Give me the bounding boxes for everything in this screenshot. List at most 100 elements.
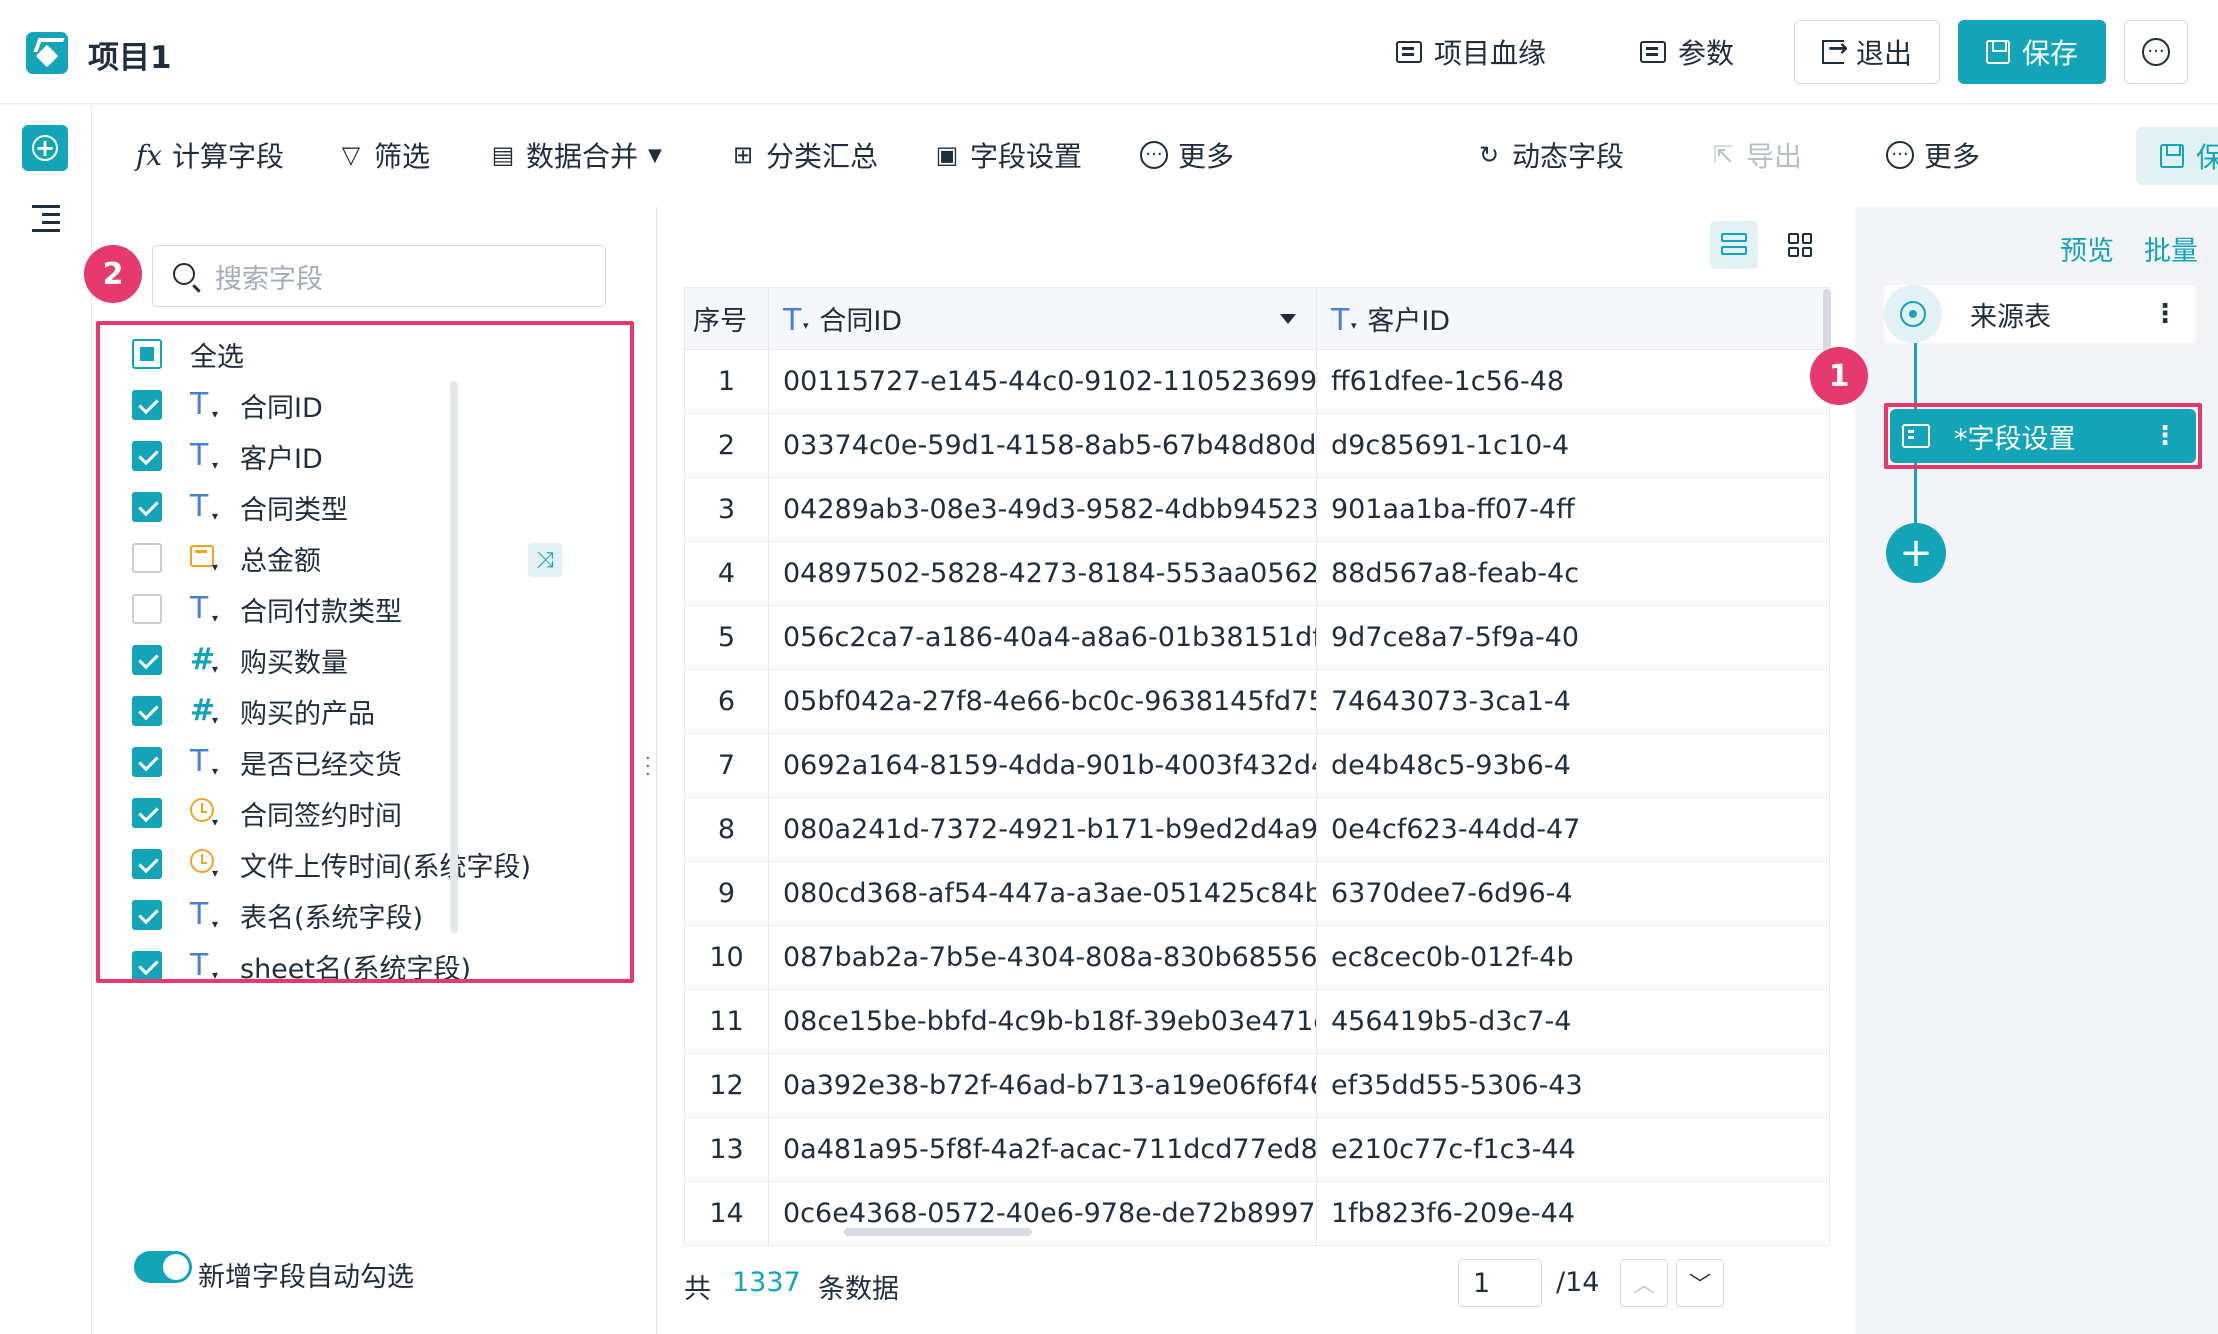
save-icon [1985, 40, 2010, 64]
table-row[interactable]: 12 0a392e38-b72f-46ad-b713-a19e06f6f46e ef… [684, 1053, 1830, 1118]
table-row[interactable]: 4 04897502-5828-4273-8184-553aa0562930 88d… [684, 541, 1830, 606]
field-panel: 搜索字段 2 全选 T ▾ 合同ID T ▾ 客户ID T ▾ 合同类型 ▾ 总金额 ⤨ T ▾ 合同付款类… [84, 207, 657, 1334]
add-node-button[interactable]: + [1886, 523, 1946, 583]
field-checkbox[interactable] [132, 543, 162, 573]
table-row[interactable]: 10 087bab2a-7b5e-4304-808a-830b68556cee ec… [684, 925, 1830, 990]
add-step-button[interactable]: + [22, 125, 68, 171]
text-type-icon: T ▾ [783, 303, 809, 338]
field-row[interactable]: ▾ 文件上传时间(系统字段) [132, 835, 562, 893]
field-row[interactable]: T ▾ 表名(系统字段) [132, 886, 562, 944]
step-save-button[interactable]: 保存 [2136, 127, 2218, 185]
table-row[interactable]: 1 00115727-e145-44c0-9102-110523699369 ff6… [684, 349, 1830, 414]
column-header-customer-id[interactable]: T ▾ 客户ID [1316, 287, 1830, 350]
batch-link[interactable]: 批量 [2144, 229, 2198, 268]
field-row[interactable]: ▾ 合同签约时间 [132, 784, 562, 842]
field-list: T ▾ 合同ID T ▾ 客户ID T ▾ 合同类型 ▾ 总金额 ⤨ T ▾ 合同付款类型 # ▾ 购买数量 # ▾ 购… [100, 325, 630, 979]
number-type-icon: # ▾ [190, 693, 219, 728]
field-label: 是否已经交货 [240, 749, 402, 781]
field-settings-button[interactable]: ▣ 字段设置 [934, 133, 1082, 177]
calc-field-button[interactable]: fx 计算字段 [136, 133, 284, 177]
calc-field-label: 计算字段 [172, 140, 285, 173]
row-index-cell: 7 [684, 733, 769, 798]
field-checkbox[interactable] [132, 900, 162, 930]
outline-icon[interactable] [32, 205, 60, 232]
table-row[interactable]: 7 0692a164-8159-4dda-901b-4003f432d41c de4… [684, 733, 1830, 798]
filter-button[interactable]: ▽ 筛选 [338, 133, 430, 177]
table-row[interactable]: 9 080cd368-af54-447a-a3ae-051425c84bc1 637… [684, 861, 1830, 926]
column-header-contract-id[interactable]: T ▾ 合同ID [768, 287, 1317, 350]
sort-caret-icon[interactable] [1280, 314, 1296, 324]
more-tools-button[interactable]: ··· 更多 [1140, 133, 1234, 177]
table-row[interactable]: 11 08ce15be-bbfd-4c9b-b18f-39eb03e471ca 45… [684, 989, 1830, 1054]
field-row[interactable]: T ▾ 合同ID [132, 376, 562, 434]
more-menu-button[interactable]: ··· [2124, 20, 2188, 84]
field-row[interactable]: ▾ 总金额 ⤨ [132, 529, 562, 587]
contract-id-cell: 08ce15be-bbfd-4c9b-b18f-39eb03e471ca [768, 989, 1317, 1054]
text-type-icon: T ▾ [190, 438, 219, 473]
more-right-icon: ··· [1886, 141, 1914, 169]
table-row[interactable]: 8 080a241d-7372-4921-b171-b9ed2d4a9dd6 0e4… [684, 797, 1830, 862]
field-row[interactable]: T ▾ 合同类型 [132, 478, 562, 536]
page-number-input[interactable]: 1 [1458, 1259, 1542, 1307]
next-page-button[interactable]: ﹀ [1676, 1259, 1724, 1307]
field-checkbox[interactable] [132, 951, 162, 979]
field-row[interactable]: T ▾ sheet名(系统字段) [132, 937, 562, 979]
merge-button[interactable]: ▤ 数据合并 ▼ [490, 133, 662, 177]
params-button[interactable]: 参数 [1640, 30, 1734, 74]
field-label: 合同付款类型 [240, 596, 402, 628]
more-tools-label: 更多 [1178, 140, 1235, 173]
table-row[interactable]: 6 05bf042a-27f8-4e66-bc0c-9638145fd756 746… [684, 669, 1830, 734]
field-checkbox[interactable] [132, 645, 162, 675]
grid-view-button[interactable] [1776, 221, 1824, 269]
field-row[interactable]: # ▾ 购买的产品 [132, 682, 562, 740]
more-right-button[interactable]: ··· 更多 [1886, 133, 1980, 177]
field-checkbox[interactable] [132, 492, 162, 522]
export-button[interactable]: ⇱ 导出 [1710, 133, 1802, 177]
contract-id-cell: 0a481a95-5f8f-4a2f-acac-711dcd77ed80 [768, 1117, 1317, 1182]
table-horizontal-scrollbar[interactable] [844, 1228, 1032, 1236]
field-list-scrollbar[interactable] [450, 381, 458, 933]
exit-button[interactable]: 退出 [1794, 20, 1940, 84]
field-row[interactable]: # ▾ 购买数量 [132, 631, 562, 689]
prev-page-button[interactable]: ︿ [1620, 1259, 1668, 1307]
chevron-up-icon: ︿ [1632, 1273, 1655, 1298]
project-lineage-button[interactable]: 项目血缘 [1396, 30, 1546, 74]
table-row[interactable]: 5 056c2ca7-a186-40a4-a8a6-01b38151df57 9d7… [684, 605, 1830, 670]
node-menu-icon[interactable]: ⋮ [2152, 423, 2178, 449]
row-index-cell: 6 [684, 669, 769, 734]
panel-resize-handle[interactable]: · · · [645, 750, 651, 784]
dynamic-field-button[interactable]: ↻ 动态字段 [1476, 133, 1624, 177]
list-view-button[interactable] [1710, 221, 1758, 269]
field-checkbox[interactable] [132, 594, 162, 624]
save-button[interactable]: 保存 [1958, 20, 2106, 84]
field-checkbox[interactable] [132, 390, 162, 420]
hierarchy-icon: ⊞ [732, 141, 754, 169]
field-checkbox[interactable] [132, 747, 162, 777]
source-table-node[interactable]: 来源表 ⋮ [1884, 285, 2196, 343]
group-summary-button[interactable]: ⊞ 分类汇总 [730, 133, 878, 177]
column-header-index: 序号 [684, 287, 769, 350]
field-row[interactable]: T ▾ 合同付款类型 [132, 580, 562, 638]
field-settings-node[interactable]: *字段设置 ⋮ [1890, 409, 2196, 463]
field-label: 合同签约时间 [240, 800, 402, 832]
field-checkbox[interactable] [132, 798, 162, 828]
auto-select-toggle[interactable] [134, 1251, 192, 1283]
shuffle-icon[interactable]: ⤨ [528, 543, 562, 577]
table-row[interactable]: 3 04289ab3-08e3-49d3-9582-4dbb945233e7 901… [684, 477, 1830, 542]
exit-label: 退出 [1855, 37, 1912, 70]
export-label: 导出 [1746, 140, 1803, 173]
params-label: 参数 [1678, 37, 1735, 70]
field-checkbox[interactable] [132, 696, 162, 726]
field-checkbox[interactable] [132, 849, 162, 879]
node-menu-icon[interactable]: ⋮ [2152, 301, 2178, 327]
table-row[interactable]: 2 03374c0e-59d1-4158-8ab5-67b48d80d84e d9c… [684, 413, 1830, 478]
table-row[interactable]: 13 0a481a95-5f8f-4a2f-acac-711dcd77ed80 e2… [684, 1117, 1830, 1182]
search-input[interactable]: 搜索字段 [152, 245, 606, 307]
field-checkbox[interactable] [132, 441, 162, 471]
lineage-icon [1396, 41, 1422, 63]
preview-link[interactable]: 预览 [2060, 229, 2114, 268]
field-row[interactable]: T ▾ 是否已经交货 [132, 733, 562, 791]
row-index-cell: 14 [684, 1181, 769, 1246]
row-index-cell: 2 [684, 413, 769, 478]
field-row[interactable]: T ▾ 客户ID [132, 427, 562, 485]
